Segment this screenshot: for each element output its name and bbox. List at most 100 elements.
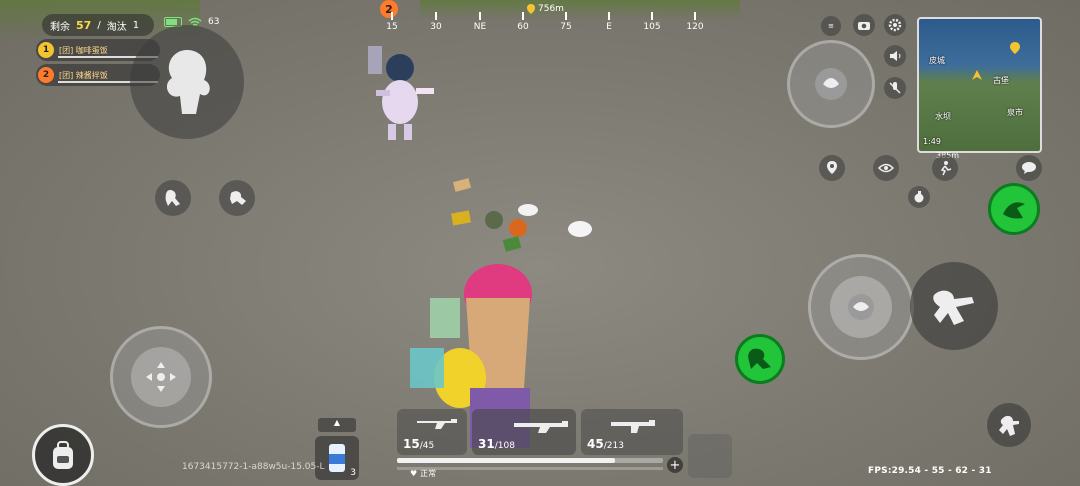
health-bar-fill [397, 458, 616, 463]
map-location-label: 古堡 [993, 76, 1009, 85]
rifle-icon [417, 419, 457, 429]
counter-separator: / [97, 19, 101, 31]
plus-icon: + [669, 457, 681, 473]
compass-tick: NE [465, 12, 495, 32]
crouch-icon [165, 190, 180, 206]
weapon-slot[interactable]: 45/213 [581, 409, 683, 455]
heart-icon: ♥ [410, 469, 418, 478]
player-status: ♥ 正常 [410, 468, 436, 479]
teammate-number-badge: 1 [38, 42, 54, 58]
aim-fire-joystick[interactable] [808, 254, 914, 360]
secondary-skill-button[interactable] [735, 334, 785, 384]
alive-label: 剩余 [50, 21, 70, 33]
backpack-icon [53, 441, 73, 469]
chat-button[interactable] [1016, 155, 1042, 181]
weapon-ammo: 15/45 [403, 437, 435, 451]
movement-joystick[interactable] [110, 326, 212, 428]
consumable-slot[interactable]: 3 [315, 436, 359, 480]
player-status-label: 正常 [420, 469, 437, 478]
ammo-current: 31 [478, 437, 495, 451]
consumable-count: 3 [350, 468, 356, 478]
shotgun-icon [514, 421, 568, 433]
ammo-reserve: 213 [606, 441, 624, 451]
scope-aim-figure-icon [999, 415, 1019, 436]
settings-menu-button[interactable]: ≡ [821, 16, 841, 36]
mic-muted-icon [889, 82, 901, 94]
teammate-character [358, 40, 438, 150]
ammo-current: 45 [587, 437, 604, 451]
map-location-label: 水坝 [935, 112, 951, 121]
sprint-button[interactable] [932, 155, 958, 181]
weapon-ammo: 31/108 [478, 437, 515, 451]
secondary-fire-button[interactable] [910, 262, 998, 350]
signal-value: 63 [208, 17, 220, 27]
teammate-compass-marker: 2 [380, 0, 398, 18]
character-emote-icon [166, 50, 210, 114]
teammate-number-badge: 2 [38, 67, 54, 83]
eliminated-count: 1 [132, 19, 140, 31]
screenshot-button[interactable] [853, 14, 875, 36]
backpack-button[interactable] [32, 424, 94, 486]
smg-icon [611, 420, 655, 433]
player-arrow-icon [972, 70, 982, 80]
location-pin-icon [827, 161, 837, 174]
dash-skill-icon [1003, 202, 1025, 219]
grenade-icon [914, 191, 924, 203]
minimap[interactable]: 皮城 古堡 泉市 水坝 1:49 [917, 17, 1042, 153]
item-switch-up-button[interactable]: ▲ [318, 418, 356, 432]
compass-tick: 75 [551, 12, 581, 32]
empty-slot[interactable] [688, 434, 732, 478]
scope-button[interactable] [987, 403, 1031, 447]
prone-icon [230, 191, 246, 205]
teammate-name: [团] 辣酱拌饭 [59, 70, 108, 80]
eye-icon [878, 163, 894, 173]
character-figure [368, 46, 434, 140]
dpad-arrows-icon [146, 362, 176, 392]
compass-tick: 60 [508, 12, 538, 32]
fps-readout: FPS:29.54 - 55 - 62 - 31 [868, 466, 992, 476]
camera-icon [858, 22, 870, 30]
loot-pile[interactable] [448, 176, 548, 256]
compass-tick: E [594, 12, 624, 32]
character-head-icon [848, 294, 874, 320]
skill-button[interactable] [988, 183, 1040, 235]
gear-icon [888, 18, 902, 32]
waypoint-distance: 756m [538, 4, 564, 14]
mic-button[interactable] [884, 77, 906, 99]
compass-tick: 30 [421, 12, 451, 32]
health-bar [397, 458, 663, 463]
speaker-button[interactable] [884, 45, 906, 67]
teammate-name: [团] 咖啡蛋饭 [59, 45, 108, 55]
ghost-icon [568, 221, 592, 237]
loot-items-icon [451, 178, 538, 252]
map-location-label: 皮城 [929, 56, 945, 65]
settings-button[interactable] [884, 14, 906, 36]
compass-bar: 2 15 30 NE 60 75 E 105 120 756m [380, 0, 720, 40]
map-marker-button[interactable] [819, 155, 845, 181]
compass-tick: 105 [637, 12, 667, 32]
weapon-ammo: 45/213 [587, 437, 624, 451]
add-button[interactable]: + [667, 457, 683, 473]
fire-button[interactable] [830, 276, 892, 338]
lean-button[interactable] [787, 40, 875, 128]
ghost-marker [566, 218, 594, 240]
jump-skill-icon [748, 348, 771, 369]
grenade-button[interactable] [908, 186, 930, 208]
ammo-reserve: 45 [422, 441, 435, 451]
crouch-button[interactable] [155, 180, 191, 216]
compass-tick: 120 [680, 12, 710, 32]
look-around-button[interactable] [873, 155, 899, 181]
joystick-thumb[interactable] [131, 347, 191, 407]
ammo-current: 15 [403, 437, 420, 451]
zone-timer: 1:49 [923, 137, 941, 146]
chat-bubble-icon [1022, 162, 1036, 174]
weapon-slot-active[interactable]: 31/108 [472, 409, 576, 455]
drink-can-icon [329, 444, 345, 472]
emote-button[interactable] [130, 25, 244, 139]
weapon-slot[interactable]: 15/45 [397, 409, 467, 455]
prone-button[interactable] [219, 180, 255, 216]
waypoint-pin-icon [527, 4, 535, 14]
alive-eliminated-counter: 剩余 57 / 淘汰 1 [42, 14, 154, 36]
speaker-icon [890, 51, 901, 61]
build-watermark: 1673415772-1-a88w5u-15.05-L [182, 462, 325, 472]
